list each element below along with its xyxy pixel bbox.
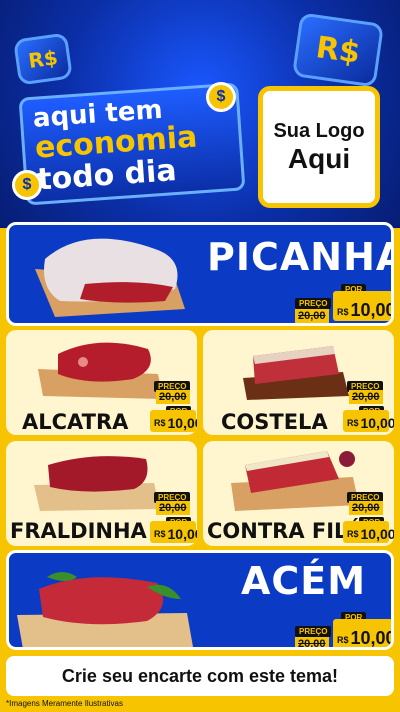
product-name: FRALDINHA [10, 519, 147, 543]
product-name: ALCATRA [22, 410, 129, 434]
costela-image-icon [243, 346, 349, 400]
logo-placeholder[interactable]: Sua Logo Aqui [258, 86, 380, 208]
product-name: ACÉM [241, 559, 367, 603]
currency-coin-icon: R$ [13, 32, 73, 86]
header-banner: R$ R$ aqui tem economia todo dia $ $ Sua… [0, 0, 400, 228]
product-card-costela[interactable]: COSTELA PREÇO 20,00 POR R$ 10,00 [203, 330, 394, 435]
acem-image-icon [17, 572, 193, 647]
cta-banner[interactable]: Crie seu encarte com este tema! [6, 656, 394, 696]
new-price: R$ 10,00 [343, 521, 394, 543]
alcatra-image-icon [38, 342, 163, 399]
new-price: R$ 10,00 KG [333, 291, 391, 321]
disclaimer-text: *Imagens Meramente Ilustrativas [6, 699, 123, 708]
new-price: R$ 10,00 [343, 410, 394, 432]
product-card-acem[interactable]: ACÉM POR PREÇO 20,00 R$ 10,00 KG [6, 550, 394, 650]
logo-text: Aqui [287, 142, 351, 174]
new-price: R$ 10,00 [150, 521, 197, 543]
old-price: 20,00 [295, 309, 329, 323]
product-name: CONTRA FILÉ [207, 519, 362, 543]
dollar-coin-icon: $ [12, 170, 42, 200]
new-price: R$ 10,00 [150, 410, 197, 432]
product-card-contra-file[interactable]: CONTRA FILÉ PREÇO 20,00 POR R$ 10,00 [203, 441, 394, 546]
fraldinha-image-icon [34, 456, 160, 511]
product-card-picanha[interactable]: PICANHA POR PREÇO 20,00 R$ 10,00 KG [6, 222, 394, 326]
contra-file-image-icon [231, 451, 359, 511]
logo-text: Sua Logo [273, 119, 365, 142]
product-card-alcatra[interactable]: ALCATRA PREÇO 20,00 POR R$ 10,00 [6, 330, 197, 435]
product-name: PICANHA [207, 235, 394, 279]
product-name: COSTELA [221, 410, 328, 434]
cta-text: Crie seu encarte com este tema! [61, 665, 339, 686]
dollar-coin-icon: $ [206, 82, 236, 112]
currency-coin-icon: R$ [291, 12, 385, 88]
product-card-fraldinha[interactable]: FRALDINHA PREÇO 20,00 POR R$ 10,00 [6, 441, 197, 546]
new-price: R$ 10,00 KG [333, 619, 391, 647]
picanha-image-icon [35, 238, 185, 317]
flyer-page: R$ R$ aqui tem economia todo dia $ $ Sua… [0, 0, 400, 712]
